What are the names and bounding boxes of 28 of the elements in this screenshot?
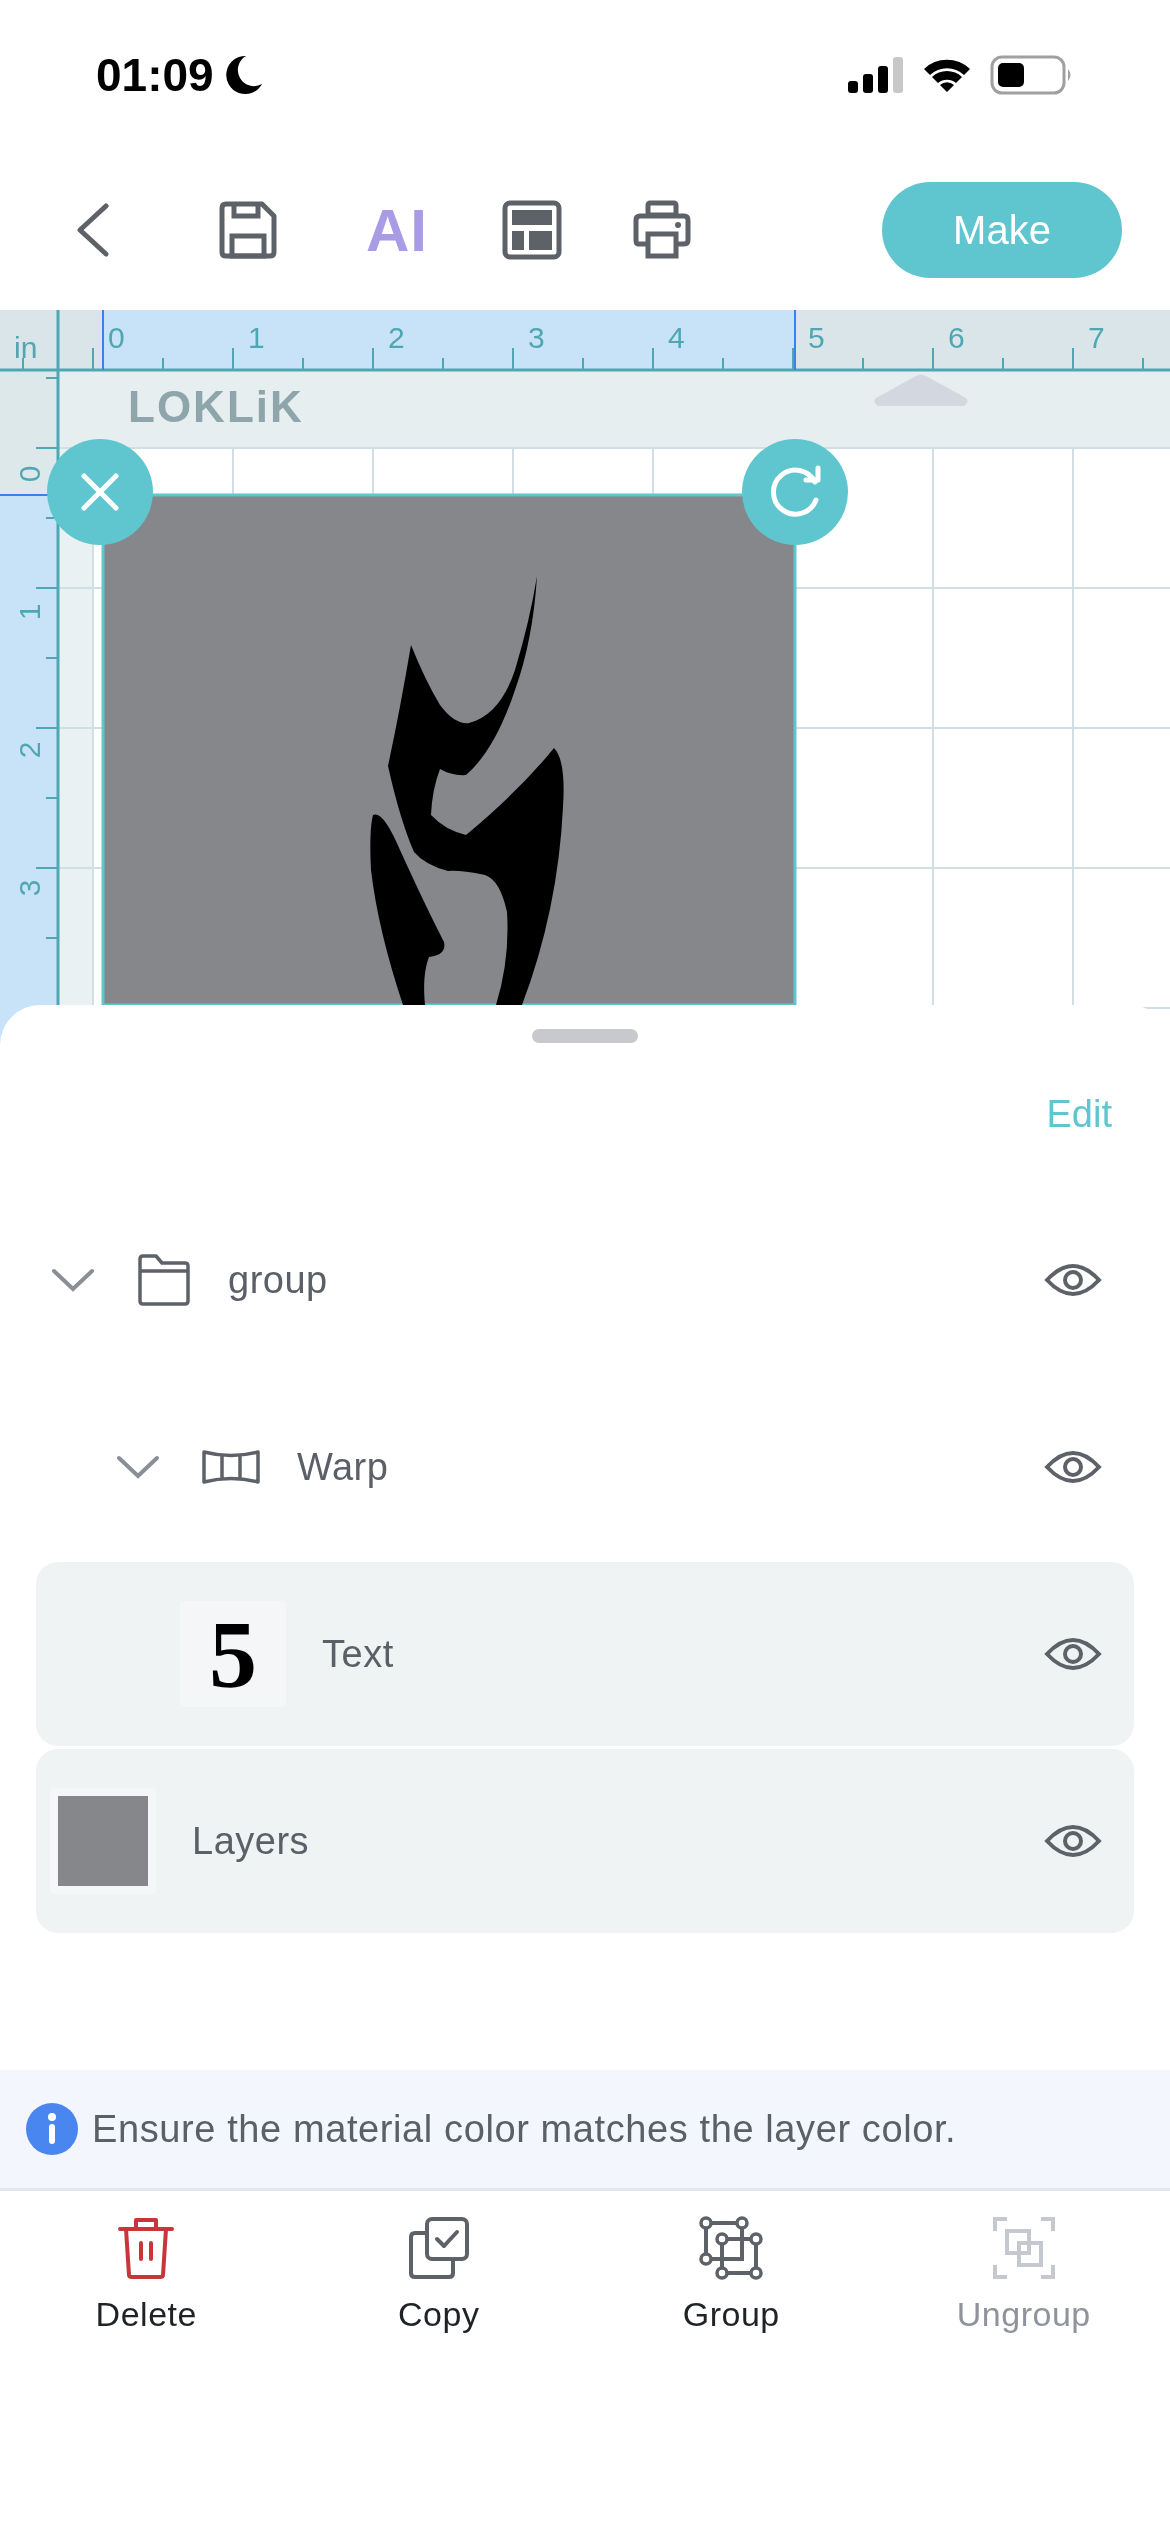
info-message: Ensure the material color matches the layer color. (92, 2107, 957, 2151)
status-time: 01:09 (96, 48, 214, 102)
text-thumbnail: 5 (180, 1601, 286, 1707)
layer-name: Warp (297, 1445, 389, 1489)
layer-row[interactable]: 5 Text (36, 1562, 1134, 1746)
layer-name: Layers (192, 1819, 310, 1863)
ruler-label: 3 (13, 879, 46, 897)
ruler-label: 3 (528, 321, 545, 354)
action-button[interactable]: Delete (0, 2191, 293, 2334)
action-button[interactable]: Group (585, 2191, 878, 2334)
layer-row[interactable]: Warp (0, 1375, 1170, 1559)
ruler-label: 1 (248, 321, 265, 354)
ruler-label: 2 (13, 741, 46, 759)
ruler-label: 6 (948, 321, 965, 354)
layer-name: group (228, 1258, 328, 1302)
ruler-label: 0 (13, 465, 46, 483)
layer-row[interactable]: Layers (36, 1749, 1134, 1933)
ruler-label: 2 (388, 321, 405, 354)
brand-logo: LOKLiK (128, 382, 304, 431)
ruler-label: 1 (13, 603, 46, 621)
ruler-label: 0 (108, 321, 125, 354)
ruler-label: 4 (668, 321, 685, 354)
action-button[interactable]: Copy (292, 2191, 585, 2334)
layer-name: Text (322, 1632, 394, 1676)
layer-row[interactable]: group (0, 1188, 1170, 1372)
ruler-unit: in (14, 331, 38, 364)
ruler-label: 5 (808, 321, 825, 354)
ruler-label: 7 (1088, 321, 1105, 354)
